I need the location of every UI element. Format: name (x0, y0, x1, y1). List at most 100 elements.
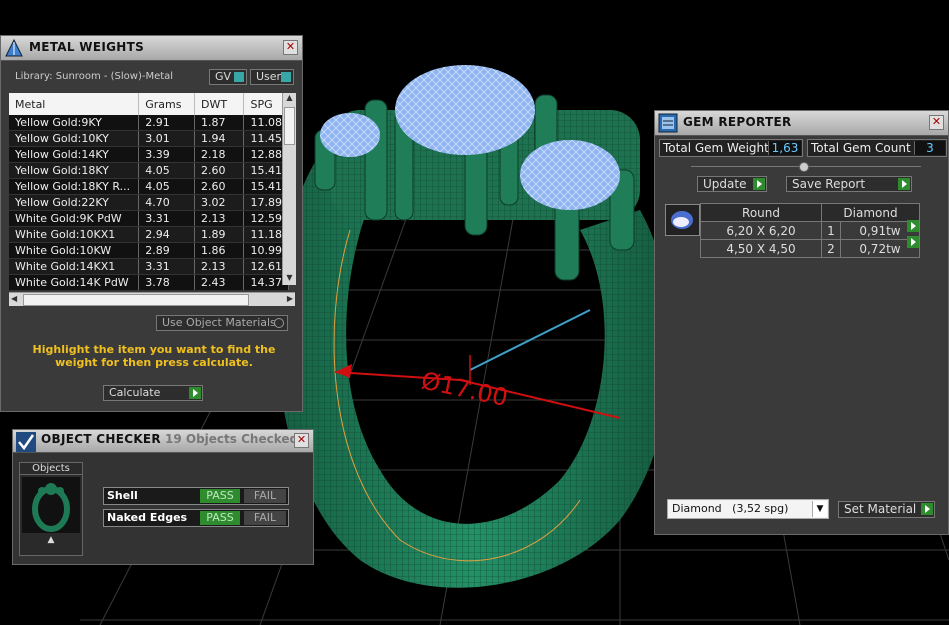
check-name: Shell (107, 489, 138, 502)
total-gem-count-label: Total Gem Count (811, 141, 911, 155)
table-row[interactable]: White Gold:14KX1 3.31 2.13 12.61 (9, 258, 289, 275)
splitter-knob-icon[interactable] (799, 162, 809, 172)
gv-toggle[interactable]: GV (209, 69, 247, 85)
column-header[interactable]: Metal (9, 93, 140, 115)
chevron-down-icon[interactable]: ▼ (812, 501, 827, 517)
fail-badge[interactable]: FAIL (244, 511, 286, 525)
vertical-scrollbar[interactable]: ▲ ▼ (282, 93, 296, 285)
set-material-button[interactable]: Set Material (838, 501, 935, 518)
report-icon (658, 113, 678, 133)
splitter-handle[interactable] (691, 162, 921, 172)
calculate-button[interactable]: Calculate (103, 385, 203, 401)
gem-type-header: Diamond (821, 203, 920, 222)
gem-count-cell: 2 (821, 239, 841, 258)
table-cell: 2.94 (138, 226, 196, 243)
table-row[interactable]: Yellow Gold:22KY 4.70 3.02 17.89 (9, 194, 289, 211)
scroll-right-icon[interactable]: ▶ (287, 294, 293, 303)
table-cell: White Gold:10KX1 (9, 226, 140, 243)
table-row[interactable]: Yellow Gold:18KY 4.05 2.60 15.41 (9, 162, 289, 179)
calculate-hint: Highlight the item you want to find the … (32, 343, 276, 369)
gem-row-arrows (905, 220, 919, 250)
table-row[interactable]: White Gold:9K PdW 3.31 2.13 12.59 (9, 210, 289, 227)
total-gem-weight-value: 1,63 (768, 141, 801, 155)
play-arrow-icon (189, 387, 201, 399)
dimension-label: Ø17.00 (419, 366, 511, 412)
gem-size-cell: 6,20 X 6,20 (700, 221, 822, 240)
table-cell: 1.86 (194, 242, 245, 259)
gem-side-right (520, 140, 620, 210)
gem-reporter-panel: GEM REPORTER ✕ Total Gem Weight 1,63 Tot… (654, 110, 949, 535)
fail-badge[interactable]: FAIL (244, 489, 286, 503)
column-header[interactable]: Grams (138, 93, 196, 115)
table-cell: 3.02 (194, 194, 245, 211)
check-row: Shell PASS FAIL (103, 487, 289, 505)
use-object-materials-label: Use Object Materials (162, 316, 276, 329)
table-row[interactable]: Yellow Gold:14KY 3.39 2.18 12.88 (9, 146, 289, 163)
total-gem-weight-box: Total Gem Weight 1,63 (659, 139, 803, 157)
table-row[interactable]: Yellow Gold:18KY R... 4.05 2.60 15.41 (9, 178, 289, 195)
table-cell: 3.31 (138, 210, 196, 227)
column-header[interactable]: DWT (194, 93, 245, 115)
diamond-gem-icon (671, 211, 693, 229)
table-cell: 2.89 (138, 242, 196, 259)
scroll-thumb[interactable] (23, 294, 249, 306)
table-cell: 4.05 (138, 178, 196, 195)
ring-model (276, 65, 673, 588)
scales-icon (5, 38, 23, 57)
use-object-materials-toggle[interactable]: Use Object Materials (156, 315, 288, 331)
gem-reporter-titlebar[interactable]: GEM REPORTER ✕ (655, 111, 948, 136)
object-checker-title: OBJECT CHECKER (41, 432, 161, 446)
table-row[interactable]: Yellow Gold:10KY 3.01 1.94 11.45 (9, 130, 289, 147)
material-select-value: Diamond (3,52 spg) (672, 502, 789, 515)
scroll-left-icon[interactable]: ◀ (11, 294, 17, 303)
metal-weights-panel: METAL WEIGHTS ✕ Library: Sunroom - (Slow… (0, 35, 303, 412)
gem-side-left (320, 113, 380, 157)
close-icon[interactable]: ✕ (283, 40, 298, 55)
gem-row-action-button[interactable] (905, 236, 919, 250)
ring-thumbnail-icon[interactable] (22, 477, 80, 533)
gem-count-cell: 1 (821, 221, 841, 240)
gem-center (395, 65, 535, 155)
table-cell: White Gold:14KX1 (9, 258, 140, 275)
scroll-down-icon[interactable]: ▼ (283, 273, 296, 285)
objects-checked-status: 19 Objects Checked (165, 432, 297, 446)
play-arrow-icon (898, 178, 910, 190)
gem-shape-thumbnail[interactable] (665, 204, 700, 236)
expand-up-icon[interactable]: ▲ (20, 535, 82, 545)
table-cell: Yellow Gold:9KY (9, 115, 140, 131)
object-checker-titlebar[interactable]: OBJECT CHECKER 19 Objects Checked ✕ (13, 430, 313, 453)
metal-weights-table: Metal Grams DWT SPG Yellow Gold:9KY 2.91 1… (9, 93, 289, 291)
table-cell: 1.94 (194, 130, 245, 147)
table-cell: 3.39 (138, 146, 196, 163)
update-button[interactable]: Update (697, 176, 767, 192)
table-row[interactable]: White Gold:10KW 2.89 1.86 10.99 (9, 242, 289, 259)
gem-row-action-button[interactable] (905, 220, 919, 234)
material-select[interactable]: Diamond (3,52 spg) ▼ (667, 499, 829, 519)
table-cell: 2.13 (194, 210, 245, 227)
save-report-button[interactable]: Save Report (786, 176, 912, 192)
table-row[interactable]: White Gold:14K PdW 3.78 2.43 14.37 (9, 274, 289, 291)
objects-box: Objects ▲ (19, 462, 83, 556)
gem-reporter-title: GEM REPORTER (683, 115, 792, 129)
table-row[interactable]: White Gold:10KX1 2.94 1.89 11.18 (9, 226, 289, 243)
total-gem-count-box: Total Gem Count 3 (807, 139, 947, 157)
table-cell: Yellow Gold:10KY (9, 130, 140, 147)
gem-row[interactable]: 6,20 X 6,20 1 0,91tw (700, 221, 921, 240)
pass-badge[interactable]: PASS (200, 511, 240, 525)
user-toggle[interactable]: User (250, 69, 294, 85)
scroll-up-icon[interactable]: ▲ (283, 93, 296, 105)
gem-table-header: Round Diamond (700, 203, 920, 222)
save-report-label: Save Report (792, 177, 866, 191)
table-cell: 2.18 (194, 146, 245, 163)
metal-weights-title: METAL WEIGHTS (29, 40, 145, 54)
metal-weights-titlebar[interactable]: METAL WEIGHTS ✕ (1, 36, 302, 61)
close-icon[interactable]: ✕ (294, 433, 309, 448)
scroll-thumb[interactable] (284, 107, 295, 145)
horizontal-scrollbar[interactable]: ◀ ▶ (9, 292, 295, 306)
table-row[interactable]: Yellow Gold:9KY 2.91 1.87 11.08 (9, 115, 289, 131)
table-cell: 3.78 (138, 274, 196, 291)
close-icon[interactable]: ✕ (929, 115, 944, 130)
gem-row[interactable]: 4,50 X 4,50 2 0,72tw (700, 239, 921, 258)
play-arrow-icon (907, 220, 919, 232)
pass-badge[interactable]: PASS (200, 489, 240, 503)
